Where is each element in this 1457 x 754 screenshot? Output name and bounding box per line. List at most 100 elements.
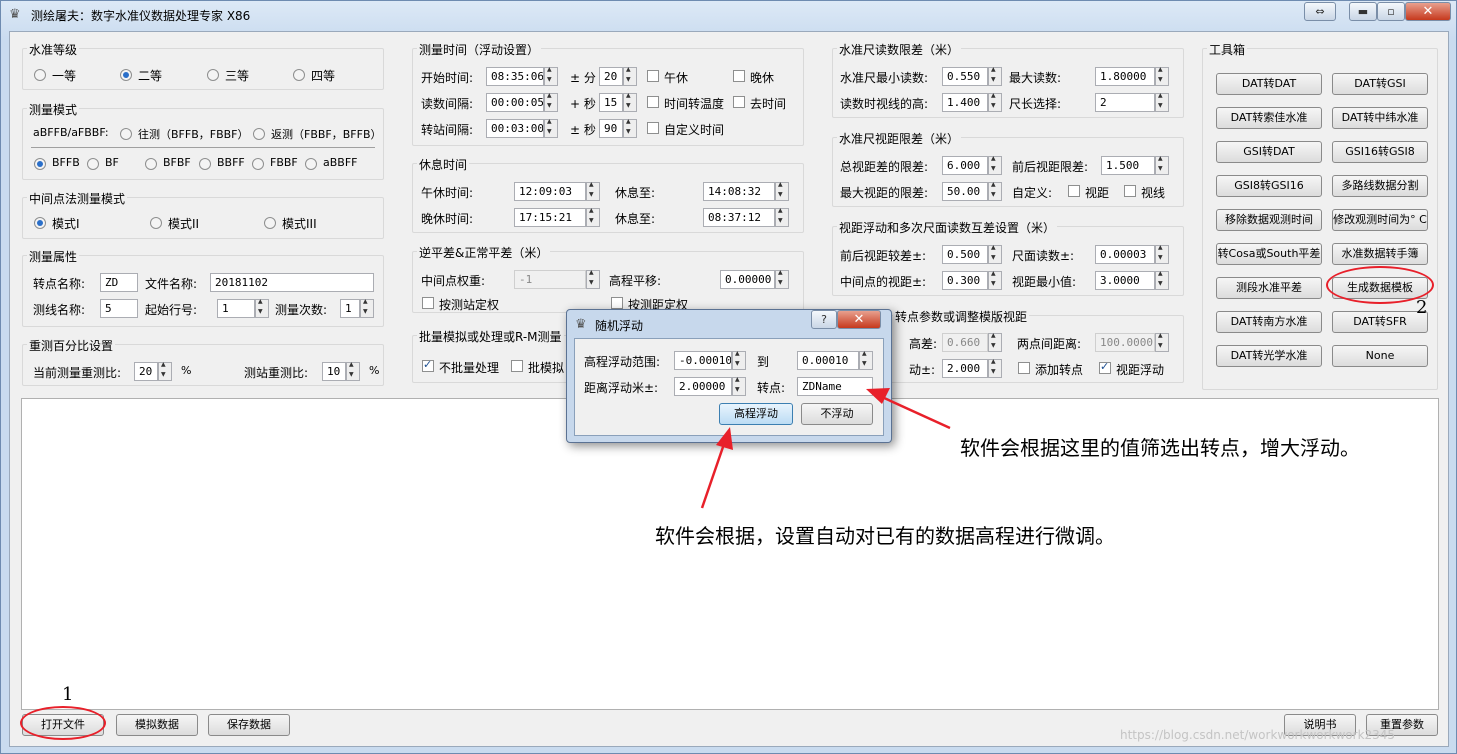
staff-min-spinner[interactable] <box>988 66 1002 86</box>
add-turn-checkbox[interactable] <box>1018 362 1030 374</box>
fb-diff-spinner[interactable] <box>1155 155 1169 175</box>
tool-button[interactable]: 转Cosa或South平差 <box>1216 243 1322 265</box>
order-radio-2[interactable] <box>87 158 99 170</box>
sight-float-checkbox[interactable] <box>1099 360 1111 374</box>
face-spinner[interactable] <box>1155 244 1169 264</box>
tool-button[interactable]: DAT转光学水准 <box>1216 345 1322 367</box>
level-radio-1[interactable] <box>34 69 46 81</box>
tool-button[interactable]: 测段水准平差 <box>1216 277 1322 299</box>
h-diff-spinner[interactable] <box>988 332 1002 352</box>
sec2-input[interactable]: 90 <box>599 119 623 138</box>
start-row-spinner[interactable] <box>255 298 269 318</box>
two-dist-spinner[interactable] <box>1155 332 1169 352</box>
count-spinner[interactable] <box>360 298 374 318</box>
noon-checkbox[interactable] <box>647 70 659 82</box>
read-interval-spinner[interactable] <box>544 92 558 112</box>
staff-len-input[interactable]: 2 <box>1095 93 1155 112</box>
backward-radio[interactable] <box>253 128 265 140</box>
tool-button[interactable]: None <box>1332 345 1428 367</box>
save-button[interactable]: 保存数据 <box>208 714 290 736</box>
dialog-help-button[interactable]: ? <box>811 310 837 329</box>
float-pm-spinner[interactable] <box>988 358 1002 378</box>
min-spinner[interactable] <box>623 66 637 86</box>
height-float-button[interactable]: 高程浮动 <box>719 403 793 425</box>
staff-len-spinner[interactable] <box>1155 92 1169 112</box>
tool-button[interactable]: 移除数据观测时间 <box>1216 209 1322 231</box>
weight-spinner[interactable] <box>586 269 600 289</box>
noon-to-input[interactable]: 14:08:32 <box>703 182 775 201</box>
staff-max-spinner[interactable] <box>1155 66 1169 86</box>
fb-sight-input[interactable]: 0.500 <box>942 245 988 264</box>
order-radio-6[interactable] <box>305 158 317 170</box>
count-input[interactable]: 1 <box>340 299 360 318</box>
two-dist-input[interactable]: 100.0000 <box>1095 333 1155 352</box>
sec-spinner[interactable] <box>623 92 637 112</box>
tool-button[interactable]: GSI转DAT <box>1216 141 1322 163</box>
custom-time-checkbox[interactable] <box>647 122 659 134</box>
total-diff-spinner[interactable] <box>988 155 1002 175</box>
min-input[interactable]: 20 <box>599 67 623 86</box>
no-batch-checkbox[interactable] <box>422 358 434 372</box>
order-radio-5[interactable] <box>252 158 264 170</box>
weight-input[interactable]: -1 <box>514 270 586 289</box>
sec-input[interactable]: 15 <box>599 93 623 112</box>
staff-min-input[interactable]: 0.550 <box>942 67 988 86</box>
mid-sight-spinner[interactable] <box>988 270 1002 290</box>
current-ratio-spinner[interactable] <box>158 361 172 381</box>
dialog-close-button[interactable]: ✕ <box>837 310 881 329</box>
current-ratio-input[interactable]: 20 <box>134 362 158 381</box>
total-diff-input[interactable]: 6.000 <box>942 156 988 175</box>
level-radio-4[interactable] <box>293 69 305 81</box>
tool-button[interactable]: DAT转DAT <box>1216 73 1322 95</box>
tool-button[interactable]: 水准数据转手簿 <box>1332 243 1428 265</box>
tool-button[interactable]: 多路线数据分割 <box>1332 175 1428 197</box>
tool-button[interactable]: 修改观测时间为° C <box>1332 209 1428 231</box>
fb-diff-input[interactable]: 1.500 <box>1101 156 1155 175</box>
start-row-input[interactable]: 1 <box>217 299 255 318</box>
remove-time-checkbox[interactable] <box>733 96 745 108</box>
sec2-spinner[interactable] <box>623 118 637 138</box>
sight-height-spinner[interactable] <box>988 92 1002 112</box>
no-float-button[interactable]: 不浮动 <box>801 403 873 425</box>
order-radio-3[interactable] <box>145 158 157 170</box>
range-to-spinner[interactable] <box>859 350 873 370</box>
minimize-button[interactable]: ▬ <box>1349 2 1377 21</box>
tool-button[interactable]: GSI16转GSI8 <box>1332 141 1428 163</box>
eve-to-spinner[interactable] <box>775 207 789 227</box>
tool-button[interactable]: DAT转中纬水准 <box>1332 107 1428 129</box>
line-checkbox[interactable] <box>1124 185 1136 197</box>
turn-interval-spinner[interactable] <box>544 118 558 138</box>
range-from-input[interactable]: -0.00010 <box>674 351 732 370</box>
range-from-spinner[interactable] <box>732 350 746 370</box>
temp-checkbox[interactable] <box>647 96 659 108</box>
close-button[interactable]: ✕ <box>1405 2 1451 21</box>
line-name-input[interactable]: 5 <box>100 299 138 318</box>
order-radio-1[interactable] <box>34 158 46 170</box>
by-station-checkbox[interactable] <box>422 297 434 309</box>
sight-height-input[interactable]: 1.400 <box>942 93 988 112</box>
range-to-input[interactable]: 0.00010 <box>797 351 859 370</box>
turn-point-input[interactable]: ZDName <box>797 377 873 396</box>
mid-radio-3[interactable] <box>264 217 276 229</box>
order-radio-4[interactable] <box>199 158 211 170</box>
swap-button[interactable]: ⇔ <box>1304 2 1336 21</box>
mid-radio-1[interactable] <box>34 217 46 229</box>
max-sight-input[interactable]: 50.00 <box>942 182 988 201</box>
evening-checkbox[interactable] <box>733 70 745 82</box>
min-sight-input[interactable]: 3.0000 <box>1095 271 1155 290</box>
h-diff-input[interactable]: 0.660 <box>942 333 988 352</box>
shift-spinner[interactable] <box>775 269 789 289</box>
eve-time-spinner[interactable] <box>586 207 600 227</box>
eve-to-input[interactable]: 08:37:12 <box>703 208 775 227</box>
station-ratio-spinner[interactable] <box>346 361 360 381</box>
mid-radio-2[interactable] <box>150 217 162 229</box>
tool-button[interactable]: DAT转GSI <box>1332 73 1428 95</box>
station-ratio-input[interactable]: 10 <box>322 362 346 381</box>
start-time-input[interactable]: 08:35:06 <box>486 67 544 86</box>
face-input[interactable]: 0.00003 <box>1095 245 1155 264</box>
tool-button[interactable]: GSI8转GSI16 <box>1216 175 1322 197</box>
shift-input[interactable]: 0.00000 <box>720 270 775 289</box>
float-pm-input[interactable]: 2.000 <box>942 359 988 378</box>
level-radio-3[interactable] <box>207 69 219 81</box>
dist-float-spinner[interactable] <box>732 376 746 396</box>
